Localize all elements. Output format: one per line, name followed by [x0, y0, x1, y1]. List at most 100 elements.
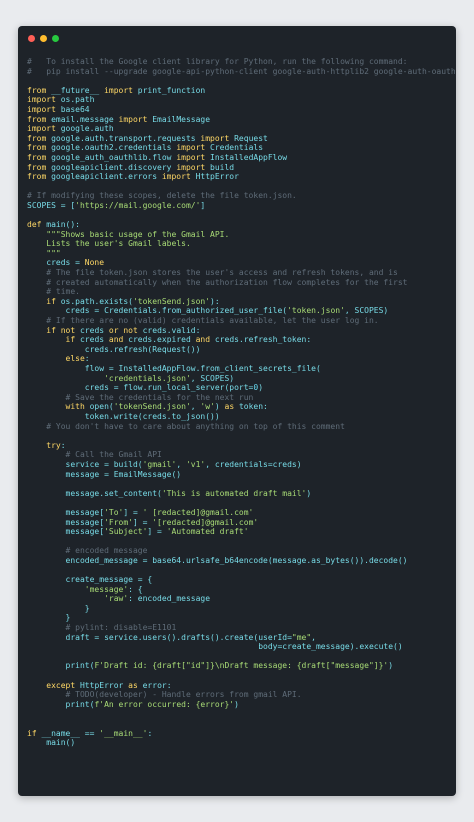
code-line: if not creds or not creds.valid:: [27, 326, 456, 336]
code-token: # time.: [27, 287, 80, 297]
code-token: from: [27, 133, 47, 143]
code-token: token:: [234, 402, 268, 412]
code-line: # You don't have to care about anything …: [27, 422, 456, 432]
code-token: 'message': [84, 584, 129, 594]
code-token: 'Subject': [104, 527, 148, 537]
code-token: google_auth_oauthlib.flow: [46, 152, 177, 162]
code-token: # If modifying these scopes, delete the …: [27, 191, 297, 201]
code-token: import: [104, 85, 133, 95]
code-token: "me": [291, 632, 312, 642]
code-line: from googleapiclient.discovery import bu…: [27, 163, 456, 173]
code-token: # pip install --upgrade google-api-pytho…: [27, 66, 456, 76]
code-token: __name__ ==: [36, 728, 100, 738]
code-block: # To install the Google client library f…: [27, 57, 456, 748]
code-token: if: [27, 335, 76, 345]
code-token: with: [27, 402, 85, 412]
code-line: else:: [27, 354, 456, 364]
code-token: creds =: [27, 258, 85, 268]
code-token: print(: [27, 699, 95, 709]
close-window-button[interactable]: [28, 35, 35, 42]
code-token: 'raw': [104, 594, 129, 604]
code-token: googleapiclient.errors: [46, 172, 162, 182]
code-token: email.message: [46, 114, 119, 124]
code-token: creds.valid:: [137, 325, 201, 335]
code-token: creds: [75, 325, 109, 335]
code-token: ] =: [147, 527, 167, 537]
code-token: try: [27, 440, 61, 450]
code-token: ,: [190, 402, 201, 412]
code-token: if: [27, 296, 56, 306]
code-token: EmailMessage: [147, 114, 211, 124]
code-token: flow = InstalledAppFlow.from_client_secr…: [27, 364, 321, 373]
code-line: main(): [27, 738, 456, 748]
code-token: creds.expired: [123, 335, 196, 345]
code-token: 'token.json': [287, 306, 345, 316]
code-token: import: [176, 143, 206, 153]
maximize-window-button[interactable]: [52, 35, 59, 42]
code-line: print(f'An error occurred: {error}'): [27, 700, 456, 710]
code-token: ): [214, 402, 225, 412]
code-line: creds = Credentials.from_authorized_user…: [27, 306, 456, 316]
code-token: 'tokenSend.json': [132, 296, 211, 306]
code-line: draft = service.users().drafts().create(…: [27, 633, 456, 643]
code-token: , SCOPES): [190, 373, 235, 383]
minimize-window-button[interactable]: [40, 35, 47, 42]
code-token: # encoded message: [27, 546, 148, 556]
code-token: , credentials=creds): [205, 459, 302, 469]
code-token: googleapiclient.discovery: [46, 162, 177, 172]
code-token: or not: [108, 325, 138, 335]
code-line: SCOPES = ['https://mail.google.com/']: [27, 201, 456, 211]
code-token: Request: [229, 133, 268, 143]
code-window: # To install the Google client library f…: [18, 26, 456, 796]
code-token: # You don't have to care about anything …: [27, 421, 345, 431]
code-token: from: [27, 143, 47, 153]
code-token: ): [234, 699, 239, 709]
code-token: HttpError: [190, 172, 239, 182]
code-token: main():: [41, 220, 80, 230]
code-token: # TODO(developer) - Handle errors from g…: [27, 690, 302, 700]
code-token: if not: [27, 325, 76, 335]
code-line: creds = flow.run_local_server(port=0): [27, 383, 456, 393]
code-token: __future__: [46, 85, 105, 95]
code-token: token.write(creds.to_json()): [27, 411, 220, 421]
code-token: 'From': [104, 517, 133, 527]
code-line: # created automatically when the authori…: [27, 278, 456, 288]
code-token: import: [161, 172, 191, 182]
code-token: # Call the Gmail API: [27, 450, 162, 460]
code-token: import: [27, 95, 56, 105]
code-token: message[: [27, 527, 105, 537]
code-token: # created automatically when the authori…: [27, 277, 408, 287]
code-token: os.path: [55, 95, 95, 105]
code-token: import: [27, 104, 56, 114]
code-line: import google.auth: [27, 124, 456, 134]
code-line: with open('tokenSend.json', 'w') as toke…: [27, 402, 456, 412]
code-line: import base64: [27, 105, 456, 115]
code-token: import: [118, 114, 148, 124]
code-token: from: [27, 172, 47, 182]
code-token: google.oauth2.credentials: [46, 143, 177, 153]
code-line: # If modifying these scopes, delete the …: [27, 191, 456, 201]
code-token: InstalledAppFlow: [205, 152, 288, 162]
code-token: creds: [75, 335, 109, 345]
code-line: body=create_message).execute(): [27, 642, 456, 652]
code-token: 'w': [200, 402, 215, 412]
code-line: # pylint: disable=E1101: [27, 623, 456, 633]
code-line: print(F'Draft id: {draft["id"]}\nDraft m…: [27, 661, 456, 671]
code-token: : {: [128, 584, 143, 594]
code-token: if: [27, 728, 37, 738]
code-line: if __name__ == '__main__':: [27, 729, 456, 739]
code-line: 'credentials.json', SCOPES): [27, 374, 456, 384]
code-line: message['Subject'] = 'Automated draft': [27, 527, 456, 537]
code-token: 'gmail': [142, 459, 177, 469]
code-token: ,: [311, 632, 316, 642]
code-line: if os.path.exists('tokenSend.json'):: [27, 297, 456, 307]
code-token: google.auth: [55, 124, 114, 134]
code-line: except HttpError as error:: [27, 681, 456, 691]
code-token: build: [205, 162, 235, 172]
